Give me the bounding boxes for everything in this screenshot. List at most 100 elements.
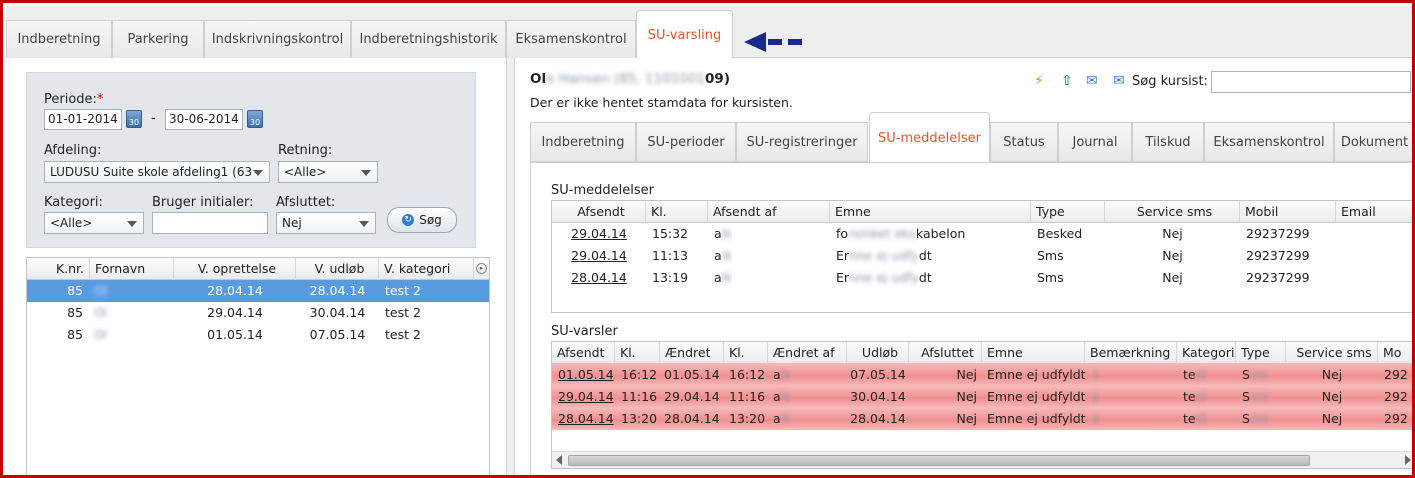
col-kl[interactable]: Kl. (615, 342, 660, 364)
tab-label: SU-perioder (647, 134, 725, 150)
horizontal-scrollbar[interactable] (552, 451, 1412, 468)
cell-afsendt-af-text: a (714, 226, 722, 241)
subtab-tilskud[interactable]: Tilskud (1132, 122, 1204, 162)
table-row[interactable]: 01.05.14 16:12 01.05.14 16:12 alk 07.05.… (552, 364, 1412, 386)
cell-afsendt-link[interactable]: 29.04.14 (552, 223, 646, 245)
tab-indberetning[interactable]: Indberetning (6, 20, 112, 58)
date-to-input[interactable]: 30-06-2014 (165, 109, 243, 130)
varsler-grid: Afsendt Kl. Ændret Kl. Ændret af Udløb A… (551, 341, 1412, 469)
arrow-up-icon[interactable]: ⇧ (1061, 73, 1073, 89)
afdeling-select[interactable]: LUDUSU Suite skole afdeling1 (63 (44, 161, 270, 183)
cell-afsendt-link[interactable]: 29.04.14 (558, 386, 614, 408)
col-emne[interactable]: Emne (982, 342, 1085, 364)
app-window: Indberetning Parkering Indskrivningskont… (0, 0, 1415, 478)
col-kl2[interactable]: Kl. (724, 342, 768, 364)
table-row[interactable]: 85 Ol 29.04.14 30.04.14 test 2 (27, 302, 489, 324)
tab-eksamenskontrol[interactable]: Eksamenskontrol (506, 20, 636, 58)
col-kl[interactable]: Kl. (646, 201, 708, 223)
subtab-su-meddelelser[interactable]: SU-meddelelser (869, 112, 990, 163)
search-student-input[interactable] (1211, 71, 1411, 93)
col-type[interactable]: Type (1236, 342, 1286, 364)
meddelelser-title: SU-meddelelser (551, 183, 654, 198)
col-afsendt[interactable]: Afsendt (552, 342, 615, 364)
cell-emne: forsinket ekskabelon (836, 223, 965, 245)
cell-service-sms: Nej (1321, 389, 1343, 404)
cell-afsendt-link[interactable]: 01.05.14 (558, 364, 614, 386)
col-afsendt-af[interactable]: Afsendt af (708, 201, 830, 223)
afsluttet-select[interactable]: Nej (276, 212, 376, 234)
col-fornavn[interactable]: Fornavn (90, 258, 174, 280)
redacted-text: ms (1249, 389, 1269, 404)
tab-label: Indskrivningskontrol (211, 32, 344, 47)
scroll-right-icon[interactable] (1405, 455, 1411, 465)
cell-afsendt-link[interactable]: 29.04.14 (552, 245, 646, 267)
subtab-su-perioder[interactable]: SU-perioder (636, 122, 736, 162)
scroll-left-icon[interactable] (556, 455, 562, 465)
cell-aendret-af-text: a (773, 389, 781, 404)
redacted-text: lk (721, 270, 733, 285)
subtab-status[interactable]: Status (990, 122, 1058, 162)
table-row[interactable]: 29.04.14 15:32 alk forsinket ekskabelon … (552, 223, 1412, 245)
col-email[interactable]: Email (1336, 201, 1412, 223)
search-student-label: Søg kursist: (1132, 74, 1208, 89)
col-oprettelse[interactable]: V. oprettelse (174, 258, 296, 280)
col-udlob[interactable]: V. udløb (296, 258, 379, 280)
cell-bemaerkning-redacted: p (1092, 389, 1100, 404)
col-type[interactable]: Type (1031, 201, 1105, 223)
table-row[interactable]: 29.04.14 11:13 alk Ernne ej udfydt Sms N… (552, 245, 1412, 267)
tab-indberetningshistorik[interactable]: Indberetningshistorik (351, 20, 506, 58)
col-aendret-af[interactable]: Ændret af (768, 342, 847, 364)
cell-afsendt-link[interactable]: 28.04.14 (552, 267, 646, 289)
scrollbar-thumb[interactable] (568, 455, 1310, 466)
col-service-sms[interactable]: Service sms (1105, 201, 1240, 223)
col-knr[interactable]: K.nr. (27, 258, 90, 280)
column-menu-icon[interactable]: ▸ (476, 263, 487, 274)
col-kategori[interactable]: Kategori (1177, 342, 1236, 364)
cell-aendret: 29.04.14 (664, 389, 720, 404)
mail-alert-icon[interactable]: ✉ (1113, 73, 1125, 89)
cell-afsendt-link[interactable]: 28.04.14 (558, 408, 614, 430)
subtab-su-registreringer[interactable]: SU-registreringer (736, 122, 868, 162)
cell-afsendt-af: alk (714, 245, 732, 267)
lightning-icon[interactable]: ⚡ (1034, 73, 1044, 89)
table-row[interactable]: 28.04.14 13:19 alk Ernne ej udfydt Sms N… (552, 267, 1412, 289)
cell-udlob: 30.04.14 (309, 305, 366, 320)
search-button[interactable]: ↻ Søg (387, 207, 457, 233)
cell-fornavn: Ol (94, 305, 108, 320)
redacted-text: lk (780, 367, 792, 382)
bruger-input[interactable] (152, 212, 268, 234)
kategori-select[interactable]: <Alle> (44, 212, 144, 234)
subtab-eksamenskontrol[interactable]: Eksamenskontrol (1204, 122, 1334, 162)
col-kategori[interactable]: V. kategori (379, 258, 474, 280)
cell-udlob: 28.04.14 (850, 411, 906, 426)
table-row[interactable]: 29.04.14 11:16 29.04.14 11:16 alk 30.04.… (552, 386, 1412, 408)
panel-splitter[interactable] (506, 58, 515, 475)
table-row[interactable]: 85 Ol 01.05.14 07.05.14 test 2 (27, 324, 489, 346)
col-afsluttet[interactable]: Afsluttet (909, 342, 982, 364)
retning-select[interactable]: <Alle> (278, 161, 378, 183)
tab-su-varsling[interactable]: SU-varsling (636, 10, 733, 59)
col-emne[interactable]: Emne (830, 201, 1031, 223)
subtab-journal[interactable]: Journal (1058, 122, 1132, 162)
col-bemaerkning[interactable]: Bemærkning (1085, 342, 1177, 364)
cell-kategori-text: te (1183, 389, 1196, 404)
subtab-dokument[interactable]: Dokument (1334, 122, 1412, 162)
col-mobil[interactable]: Mobil (1240, 201, 1336, 223)
col-aendret[interactable]: Ændret (660, 342, 724, 364)
top-tab-bar: Indberetning Parkering Indskrivningskont… (6, 6, 1412, 59)
cell-afsendt-af-text: a (714, 270, 722, 285)
sub-tab-content: SU-meddelelser Afsendt Kl. Afsendt af Em… (530, 162, 1412, 475)
mail-icon[interactable]: ✉ (1086, 73, 1098, 89)
date-from-input[interactable]: 01-01-2014 (44, 109, 122, 130)
table-row[interactable]: 28.04.14 13:20 28.04.14 13:20 alk 28.04.… (552, 408, 1412, 430)
tab-indskrivningskontrol[interactable]: Indskrivningskontrol (204, 20, 351, 58)
calendar-icon[interactable]: 30 (247, 110, 263, 128)
col-service-sms[interactable]: Service sms (1286, 342, 1378, 364)
tab-parkering[interactable]: Parkering (112, 20, 204, 58)
col-udlob[interactable]: Udløb (847, 342, 909, 364)
calendar-icon[interactable]: 30 (126, 110, 142, 128)
col-afsendt[interactable]: Afsendt (552, 201, 646, 223)
table-row[interactable]: 85 Ol 28.04.14 28.04.14 test 2 (27, 280, 489, 302)
col-mobil[interactable]: Mo (1378, 342, 1412, 364)
subtab-indberetning[interactable]: Indberetning (530, 122, 636, 162)
